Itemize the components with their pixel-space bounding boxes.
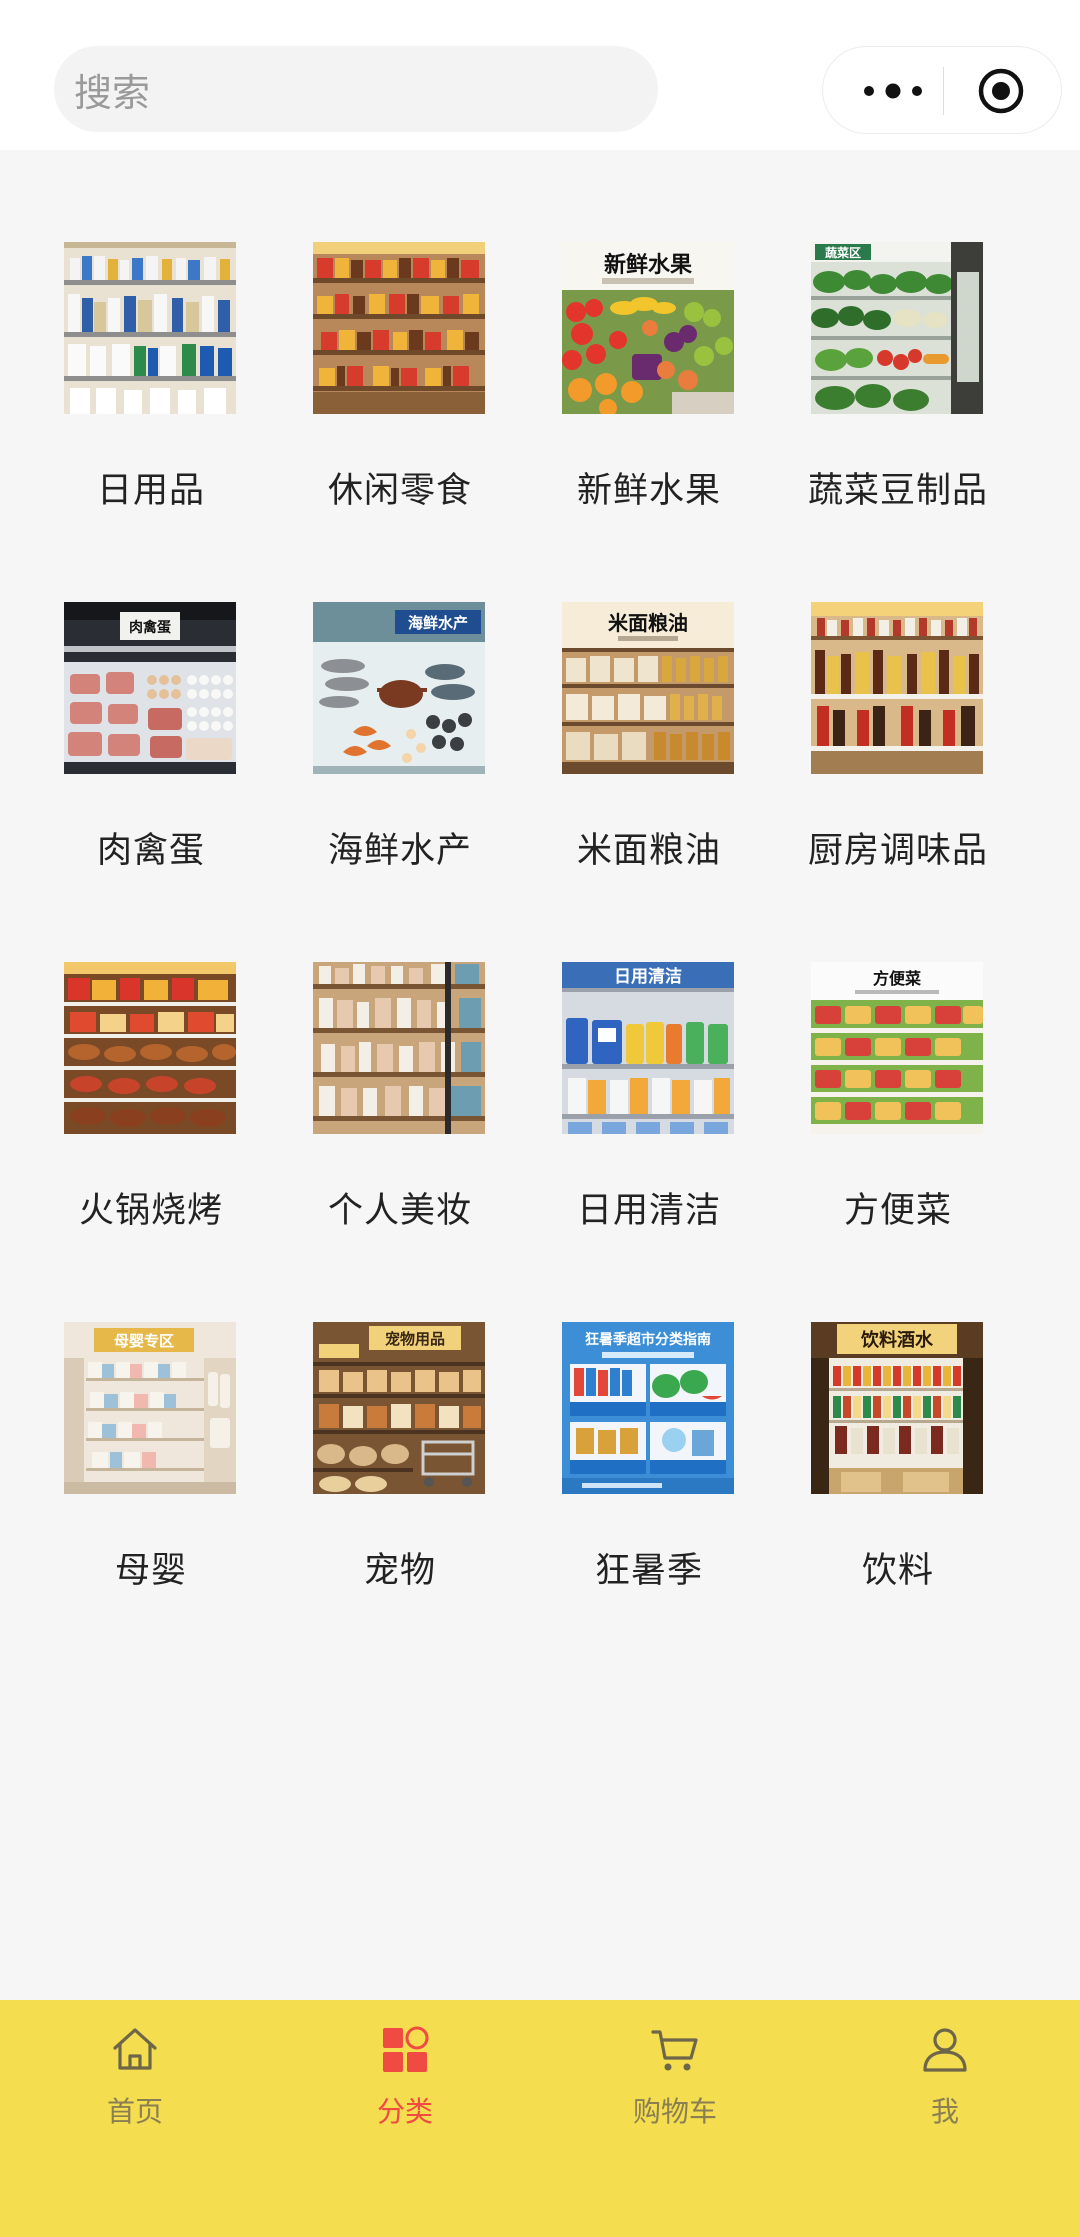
category-tile-mother-baby[interactable]: 母婴专区 母婴 [26,1230,276,1591]
category-label: 母婴 [114,1551,187,1591]
category-tile-seafood[interactable]: 海鲜水产 海鲜水产 [275,510,525,871]
seafood-image: 海鲜水产 [313,602,485,774]
meat-poultry-eggs-image: 肉禽蛋 [64,602,236,774]
category-label: 饮料 [861,1551,934,1591]
top-bar: 搜索 [0,0,1080,150]
category-label: 米面粮油 [576,831,721,871]
pets-image: 宠物用品 [313,1322,485,1494]
home-icon [113,2028,157,2070]
category-icon [383,2026,429,2072]
category-label: 休闲零食 [327,471,472,511]
cleaning-sign-text: 日用清洁 [614,966,682,987]
target-icon[interactable] [977,67,1025,115]
tab-cart[interactable]: 购物车 [600,2024,750,2134]
category-tile-daily-goods[interactable]: 日用品 [26,150,276,511]
category-tile-ready-meals[interactable]: 方便菜 方便菜 [773,870,1023,1231]
category-label: 火锅烧烤 [78,1191,223,1231]
summer-guide-image: 狂暑季超市分类指南 [562,1322,734,1494]
mother-baby-image: 母婴专区 [64,1322,236,1494]
category-label: 蔬菜豆制品 [807,471,988,511]
drinks-image: 饮料酒水 [811,1322,983,1494]
category-tile-pets[interactable]: 宠物用品 宠物 [275,1230,525,1591]
tab-home[interactable]: 首页 [60,2024,210,2134]
meat-sign-text: 肉禽蛋 [129,619,171,636]
beauty-image [313,962,485,1134]
category-tile-seasoning[interactable]: 厨房调味品 [773,510,1023,871]
hotpot-bbq-image [64,962,236,1134]
mini-program-capsule [822,46,1062,134]
bottom-tab-bar: 首页 分类 购物车 我 [0,2000,1080,2237]
cart-icon [651,2030,698,2071]
seafood-sign-text: 海鲜水产 [408,614,468,632]
tab-cart-label: 购物车 [632,2095,717,2128]
category-label: 日用品 [96,471,205,511]
category-label: 日用清洁 [576,1191,721,1231]
category-tile-beauty[interactable]: 个人美妆 [275,870,525,1231]
vegetable-sign-text: 蔬菜区 [825,245,861,260]
ready-meal-sign-text: 方便菜 [873,969,921,988]
category-label: 厨房调味品 [807,831,988,871]
rice-sign-text: 米面粮油 [608,611,688,635]
category-tile-summer[interactable]: 狂暑季超市分类指南 狂暑季 [524,1230,774,1591]
category-tile-fresh-fruit[interactable]: 新鲜水果 新鲜水果 [524,150,774,511]
tab-home-label: 首页 [106,2095,163,2128]
category-tile-hotpot-bbq[interactable]: 火锅烧烤 [26,870,276,1231]
category-label: 方便菜 [843,1191,952,1231]
category-tile-drinks[interactable]: 饮料酒水 饮料 [773,1230,1023,1591]
category-label: 狂暑季 [594,1551,703,1591]
vegetables-image: 蔬菜区 [811,242,983,414]
search-input[interactable]: 搜索 [54,46,658,132]
fruit-sign-text: 新鲜水果 [604,252,692,278]
snacks-image [313,242,485,414]
category-tile-rice-flour-oil[interactable]: 米面粮油 米面粮油 [524,510,774,871]
category-tile-cleaning[interactable]: 日用清洁 日用清洁 [524,870,774,1231]
pets-sign-text: 宠物用品 [385,1330,445,1348]
category-label: 海鲜水产 [327,831,472,871]
tab-me-label: 我 [930,2095,959,2128]
more-dots-icon[interactable] [857,71,929,111]
category-label: 个人美妆 [327,1191,472,1231]
fresh-fruit-image: 新鲜水果 [562,242,734,414]
summer-sign-text: 狂暑季超市分类指南 [585,1331,711,1348]
ready-meals-image: 方便菜 [811,962,983,1134]
category-label: 宠物 [363,1551,436,1591]
category-label: 肉禽蛋 [96,831,205,871]
category-tile-meat-poultry-eggs[interactable]: 肉禽蛋 肉禽蛋 [26,510,276,871]
tab-category[interactable]: 分类 [330,2024,480,2134]
category-label: 新鲜水果 [576,471,721,511]
mother-baby-sign-text: 母婴专区 [114,1332,174,1350]
tab-me[interactable]: 我 [870,2024,1020,2134]
drinks-sign-text: 饮料酒水 [860,1329,934,1351]
capsule-divider [943,67,944,115]
cleaning-image: 日用清洁 [562,962,734,1134]
search-placeholder: 搜索 [74,70,151,115]
category-tile-vegetables[interactable]: 蔬菜区 蔬菜豆制品 [773,150,1023,511]
user-icon [923,2028,967,2072]
rice-flour-oil-image: 米面粮油 [562,602,734,774]
category-tile-snacks[interactable]: 休闲零食 [275,150,525,511]
tab-category-label: 分类 [376,2095,433,2128]
daily-goods-image [64,242,236,414]
seasoning-image [811,602,983,774]
